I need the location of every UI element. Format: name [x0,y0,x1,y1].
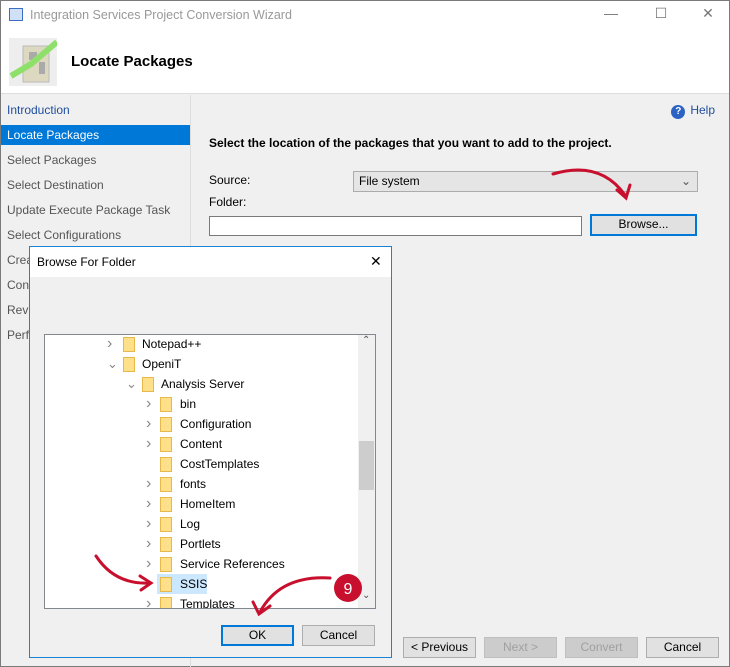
annotation-overlay: 9 [94,168,632,617]
annotation-arrow-ssis [94,554,152,585]
annotation-arrow-browse [551,168,627,197]
step-number: 9 [344,581,353,598]
